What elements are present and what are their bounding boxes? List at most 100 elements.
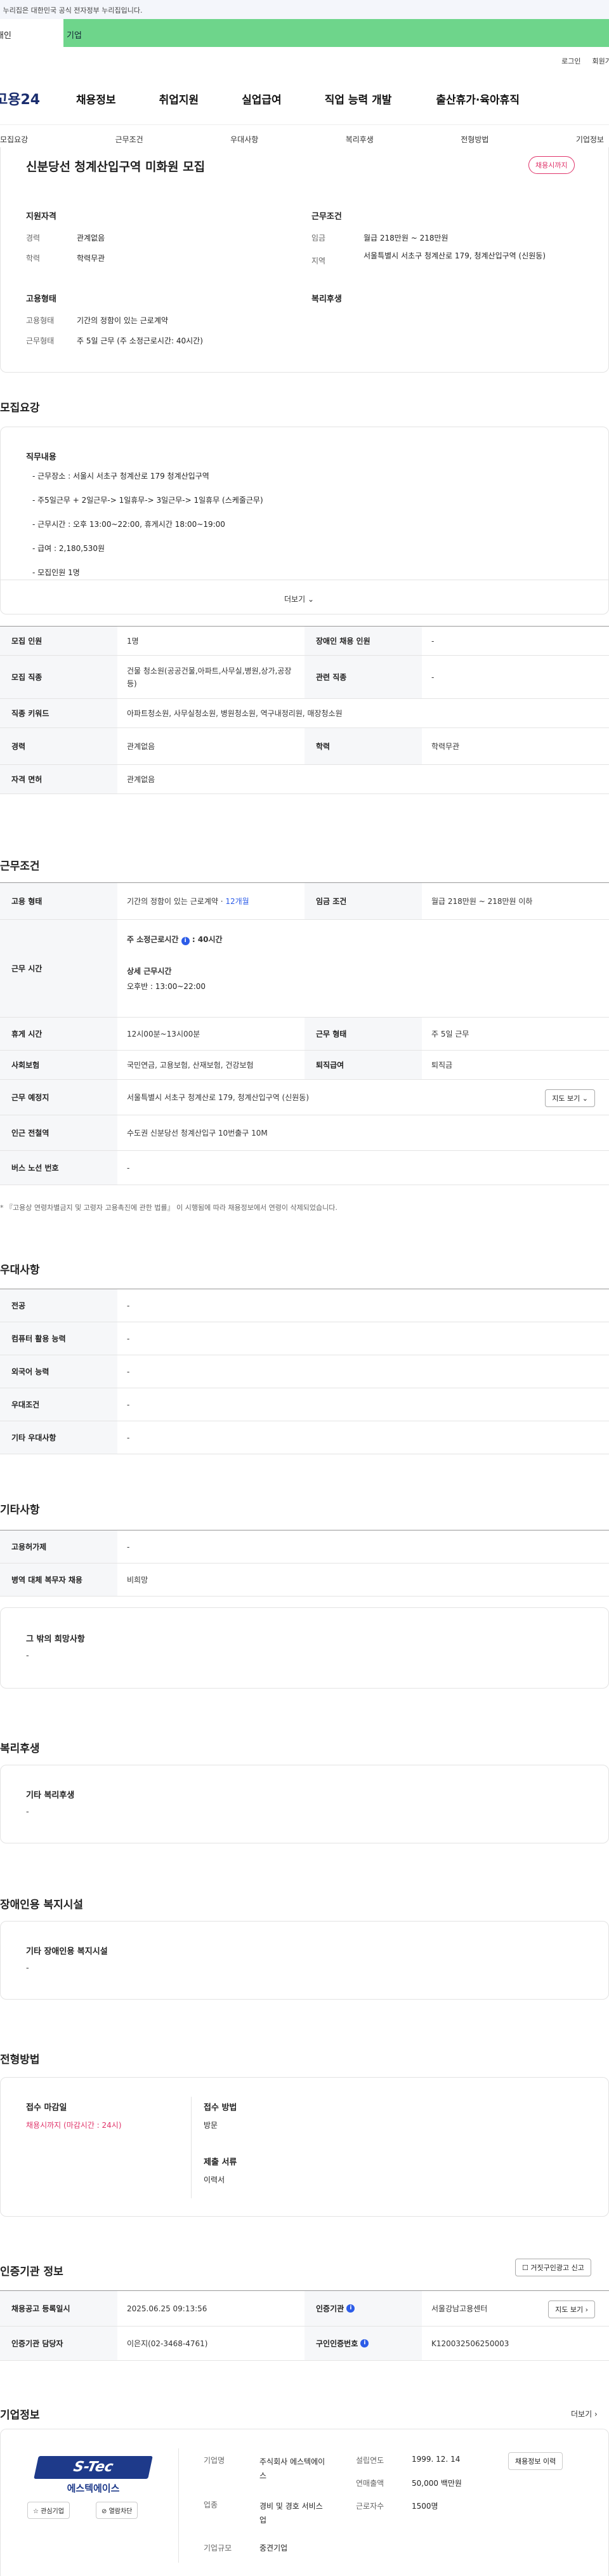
company-more-label: 더보기 bbox=[571, 2410, 593, 2419]
tab-company[interactable]: 기업 bbox=[63, 18, 609, 47]
table-header: 인증기관 i bbox=[304, 2291, 422, 2326]
global-nav: 고용24 채용정보 취업지원 실업급여 직업 능력 개발 출산휴가·육아휴직 bbox=[0, 89, 609, 108]
tab-preference[interactable]: 우대사항 bbox=[230, 134, 258, 145]
disab-card: 기타 장애인용 복지시설 - bbox=[0, 1921, 609, 2000]
chevron-right-icon: › bbox=[594, 2410, 598, 2419]
report-button-label: 거짓구인광고 신고 bbox=[530, 2264, 584, 2272]
map-button[interactable]: 지도 보기 ⌄ bbox=[545, 1089, 595, 1107]
company-size-value: 중견기업 bbox=[259, 2544, 288, 2553]
gnb-item-unemployment[interactable]: 실업급여 bbox=[242, 91, 282, 107]
table-cell: - bbox=[127, 1163, 130, 1172]
gov-banner-text: 이 누리집은 대한민국 공식 전자정부 누리집입니다. bbox=[0, 6, 143, 15]
method-value: 방문 bbox=[204, 2121, 218, 2130]
table-cell: 관계없음 bbox=[127, 742, 155, 751]
chevron-right-icon: › bbox=[585, 2306, 588, 2314]
table-header: 채용공고 등록일시 bbox=[0, 2291, 117, 2326]
info-icon[interactable]: i bbox=[360, 2339, 369, 2347]
detail-hours-heading: 상세 근무시간 bbox=[127, 966, 172, 976]
tab-conditions[interactable]: 근무조건 bbox=[115, 134, 143, 145]
login-link[interactable]: 로그인 bbox=[561, 56, 580, 66]
org-map-button[interactable]: 지도 보기 › bbox=[548, 2300, 595, 2318]
disab-title: 장애인용 복지시설 bbox=[0, 1899, 84, 1911]
star-icon: ☆ bbox=[33, 2508, 39, 2515]
table-header: 외국어 능력 bbox=[0, 1355, 117, 1388]
pref-title: 우대사항 bbox=[0, 1264, 40, 1277]
cond-title: 근무조건 bbox=[0, 860, 40, 873]
tab-company[interactable]: 기업정보 bbox=[576, 134, 604, 145]
table-cell: 월급 218만원 ~ 218만원 이하 bbox=[431, 897, 533, 906]
company-divider bbox=[178, 2448, 179, 2563]
site-logo[interactable]: 고용24 bbox=[0, 88, 65, 109]
company-name-label: 기업명 bbox=[204, 2456, 225, 2465]
table-cell: 아파트청소원, 사무실청소원, 병원청소원, 역구내정리원, 매장청소원 bbox=[127, 709, 343, 718]
table-cell: 2025.06.25 09:13:56 bbox=[127, 2304, 207, 2313]
table-header: 고용 형태 bbox=[0, 883, 117, 919]
deadline-value: 채용시까지 (마감시간 : 24시) bbox=[26, 2121, 122, 2130]
method-heading: 접수 방법 bbox=[204, 2103, 237, 2113]
info-icon[interactable]: i bbox=[181, 936, 190, 945]
tab-recruit[interactable]: 모집요강 bbox=[0, 134, 28, 145]
table-cell: K120032506250003 bbox=[431, 2339, 509, 2348]
tab-individual-label: 개인 bbox=[0, 30, 11, 41]
table-cell: 학력무관 bbox=[431, 742, 460, 751]
status-badge: 채용시까지 bbox=[528, 156, 575, 174]
docs-heading: 제출 서류 bbox=[204, 2158, 237, 2167]
other-wish-heading: 그 밖의 희망사항 bbox=[26, 1635, 85, 1644]
gnb-item-employment[interactable]: 취업지원 bbox=[159, 91, 199, 107]
company-more-link[interactable]: 더보기 › bbox=[571, 2408, 598, 2419]
edu-label: 학력 bbox=[26, 254, 41, 263]
table-row: 근무 예정지 서울특별시 서초구 청계산로 179, 청계산입구역 (신원동) … bbox=[0, 1080, 609, 1115]
table-cell: 비희망 bbox=[127, 1576, 148, 1584]
company-title: 기업정보 bbox=[0, 2409, 40, 2422]
table-header: 자격 면허 bbox=[0, 765, 117, 793]
tab-screening[interactable]: 전형방법 bbox=[461, 134, 488, 145]
other-wish-value: - bbox=[26, 1651, 29, 1661]
emp-value: 기간의 정함이 있는 근로계약 · bbox=[127, 897, 226, 906]
duty-line-2: - 주5일근무 + 2일근무-> 1일휴무-> 3일근무-> 1일휴무 (스케줄… bbox=[32, 496, 263, 505]
table-header: 모집 인원 bbox=[0, 627, 117, 655]
worktype-label: 근무형태 bbox=[26, 336, 55, 345]
report-icon: ☐ bbox=[522, 2264, 528, 2272]
table-row: 채용공고 등록일시 2025.06.25 09:13:56 인증기관 i 서울강… bbox=[0, 2291, 609, 2327]
table-header: 고용허가제 bbox=[0, 1530, 117, 1563]
table-cell: 기간의 정함이 있는 근로계약 · 12개월 bbox=[117, 896, 304, 906]
career-value: 관계없음 bbox=[77, 234, 105, 242]
table-cell: - bbox=[127, 1400, 130, 1409]
table-row: 인근 전철역 수도권 신분당선 청계산입구 10번출구 10M bbox=[0, 1115, 609, 1151]
welfare-card-value: - bbox=[26, 1807, 29, 1817]
region-label: 지역 bbox=[311, 256, 326, 265]
favorite-company-button[interactable]: ☆ 관심기업 bbox=[27, 2502, 70, 2519]
table-header: 임금 조건 bbox=[304, 883, 422, 919]
duty-more-button[interactable]: 더보기 ⌄ bbox=[284, 594, 314, 604]
info-icon[interactable]: i bbox=[346, 2304, 355, 2313]
disab-card-value: - bbox=[26, 1963, 29, 1973]
table-header: 경력 bbox=[0, 728, 117, 764]
org-label: 인증기관 bbox=[316, 2304, 344, 2313]
table-row: 병역 대체 복무자 채용 비희망 bbox=[0, 1564, 609, 1597]
table-row: 고용허가제 - bbox=[0, 1530, 609, 1564]
table-header: 근무 예정지 bbox=[0, 1080, 117, 1115]
block-icon: ⊘ bbox=[102, 2508, 107, 2515]
favorite-label: 관심기업 bbox=[41, 2508, 64, 2515]
recruit-table: 모집 인원 1명 장애인 채용 인원 - 모집 직종 건물 청소원(공공건물,아… bbox=[0, 626, 609, 794]
gnb-item-jobs[interactable]: 채용정보 bbox=[76, 91, 116, 107]
block-label: 열람차단 bbox=[108, 2508, 133, 2515]
emp-heading: 고용형태 bbox=[26, 295, 56, 304]
table-row: 근무 시간 주 소정근로시간 i : 40시간 상세 근무시간 오후반 : 13… bbox=[0, 920, 609, 1018]
report-button[interactable]: ☐ 거짓구인광고 신고 bbox=[515, 2259, 591, 2276]
signup-link[interactable]: 회원가입 bbox=[593, 56, 609, 66]
tab-individual[interactable]: 개인 bbox=[0, 18, 63, 47]
table-header: 사회보험 bbox=[0, 1051, 117, 1079]
gnb-item-training[interactable]: 직업 능력 개발 bbox=[325, 91, 392, 107]
table-cell: - bbox=[127, 1301, 130, 1310]
job-history-button[interactable]: 채용정보 이력 bbox=[508, 2452, 563, 2470]
block-company-button[interactable]: ⊘ 열람차단 bbox=[96, 2502, 138, 2519]
table-header: 인증기관 담당자 bbox=[0, 2327, 117, 2360]
gnb-item-maternity[interactable]: 출산휴가·육아휴직 bbox=[436, 91, 520, 107]
table-row: 전공 - bbox=[0, 1289, 609, 1322]
table-header: 휴게 시간 bbox=[0, 1018, 117, 1050]
company-size-label: 기업규모 bbox=[204, 2544, 232, 2553]
table-cell: 주 5일 근무 bbox=[431, 1030, 469, 1039]
detail-hours-value: 오후반 : 13:00~22:00 bbox=[127, 981, 206, 991]
tab-welfare[interactable]: 복리후생 bbox=[346, 134, 374, 145]
